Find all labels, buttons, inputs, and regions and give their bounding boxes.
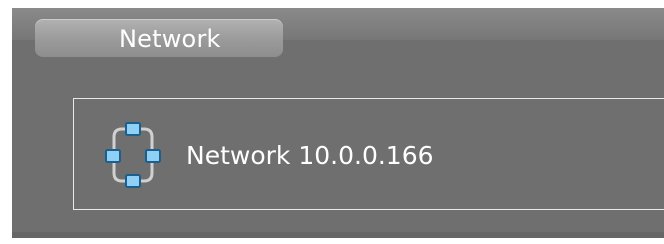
window-bottom-band	[12, 232, 664, 238]
network-panel: Network 10.0.0.166	[73, 98, 664, 210]
network-list-item[interactable]: Network 10.0.0.166	[90, 119, 434, 191]
network-topology-icon	[105, 122, 161, 188]
tab-network-label: Network	[119, 25, 221, 53]
tab-network[interactable]: Network	[35, 19, 283, 57]
network-item-label: Network 10.0.0.166	[186, 140, 434, 170]
network-window: Network Network 10.0.0.166	[12, 8, 664, 238]
